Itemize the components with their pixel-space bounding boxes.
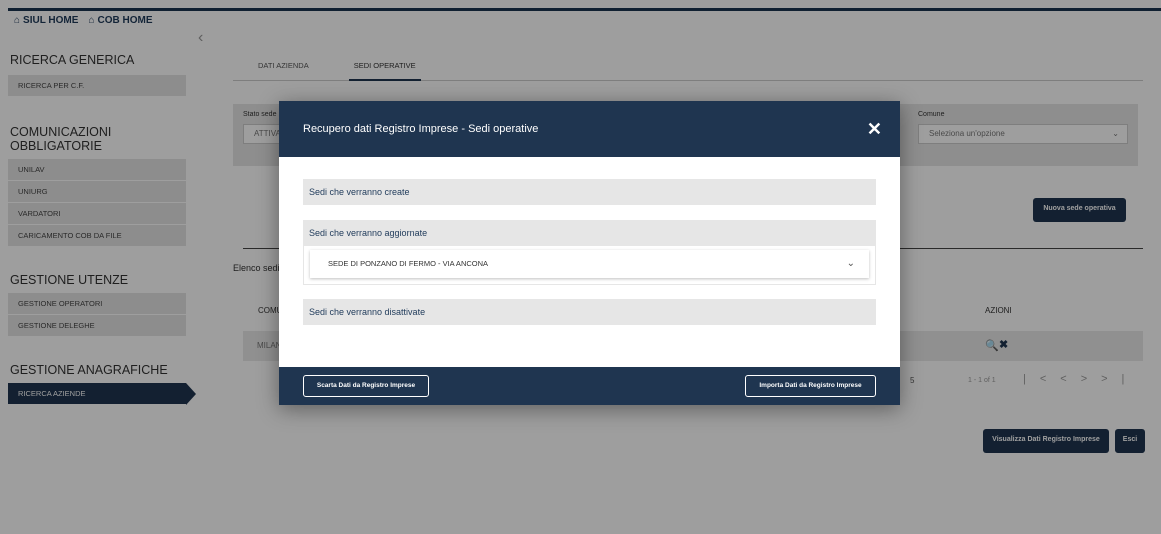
update-accordion: SEDE DI PONZANO DI FERMO - VIA ANCONA ⌄ <box>303 246 876 285</box>
modal-title: Recupero dati Registro Imprese - Sedi op… <box>303 123 539 135</box>
modal-footer: Scarta Dati da Registro Imprese Importa … <box>279 367 900 405</box>
panel-create[interactable]: Sedi che verranno create <box>303 179 876 205</box>
scarta-button[interactable]: Scarta Dati da Registro Imprese <box>303 375 429 397</box>
close-icon[interactable]: ✕ <box>867 101 882 157</box>
modal-header: Recupero dati Registro Imprese - Sedi op… <box>279 101 900 157</box>
modal-dialog: Recupero dati Registro Imprese - Sedi op… <box>279 101 900 405</box>
importa-button[interactable]: Importa Dati da Registro Imprese <box>745 375 876 397</box>
panel-disable[interactable]: Sedi che verranno disattivate <box>303 299 876 325</box>
chevron-down-icon: ⌄ <box>846 258 855 269</box>
panel-update[interactable]: Sedi che verranno aggiornate <box>303 220 876 246</box>
update-item[interactable]: SEDE DI PONZANO DI FERMO - VIA ANCONA ⌄ <box>310 250 869 278</box>
